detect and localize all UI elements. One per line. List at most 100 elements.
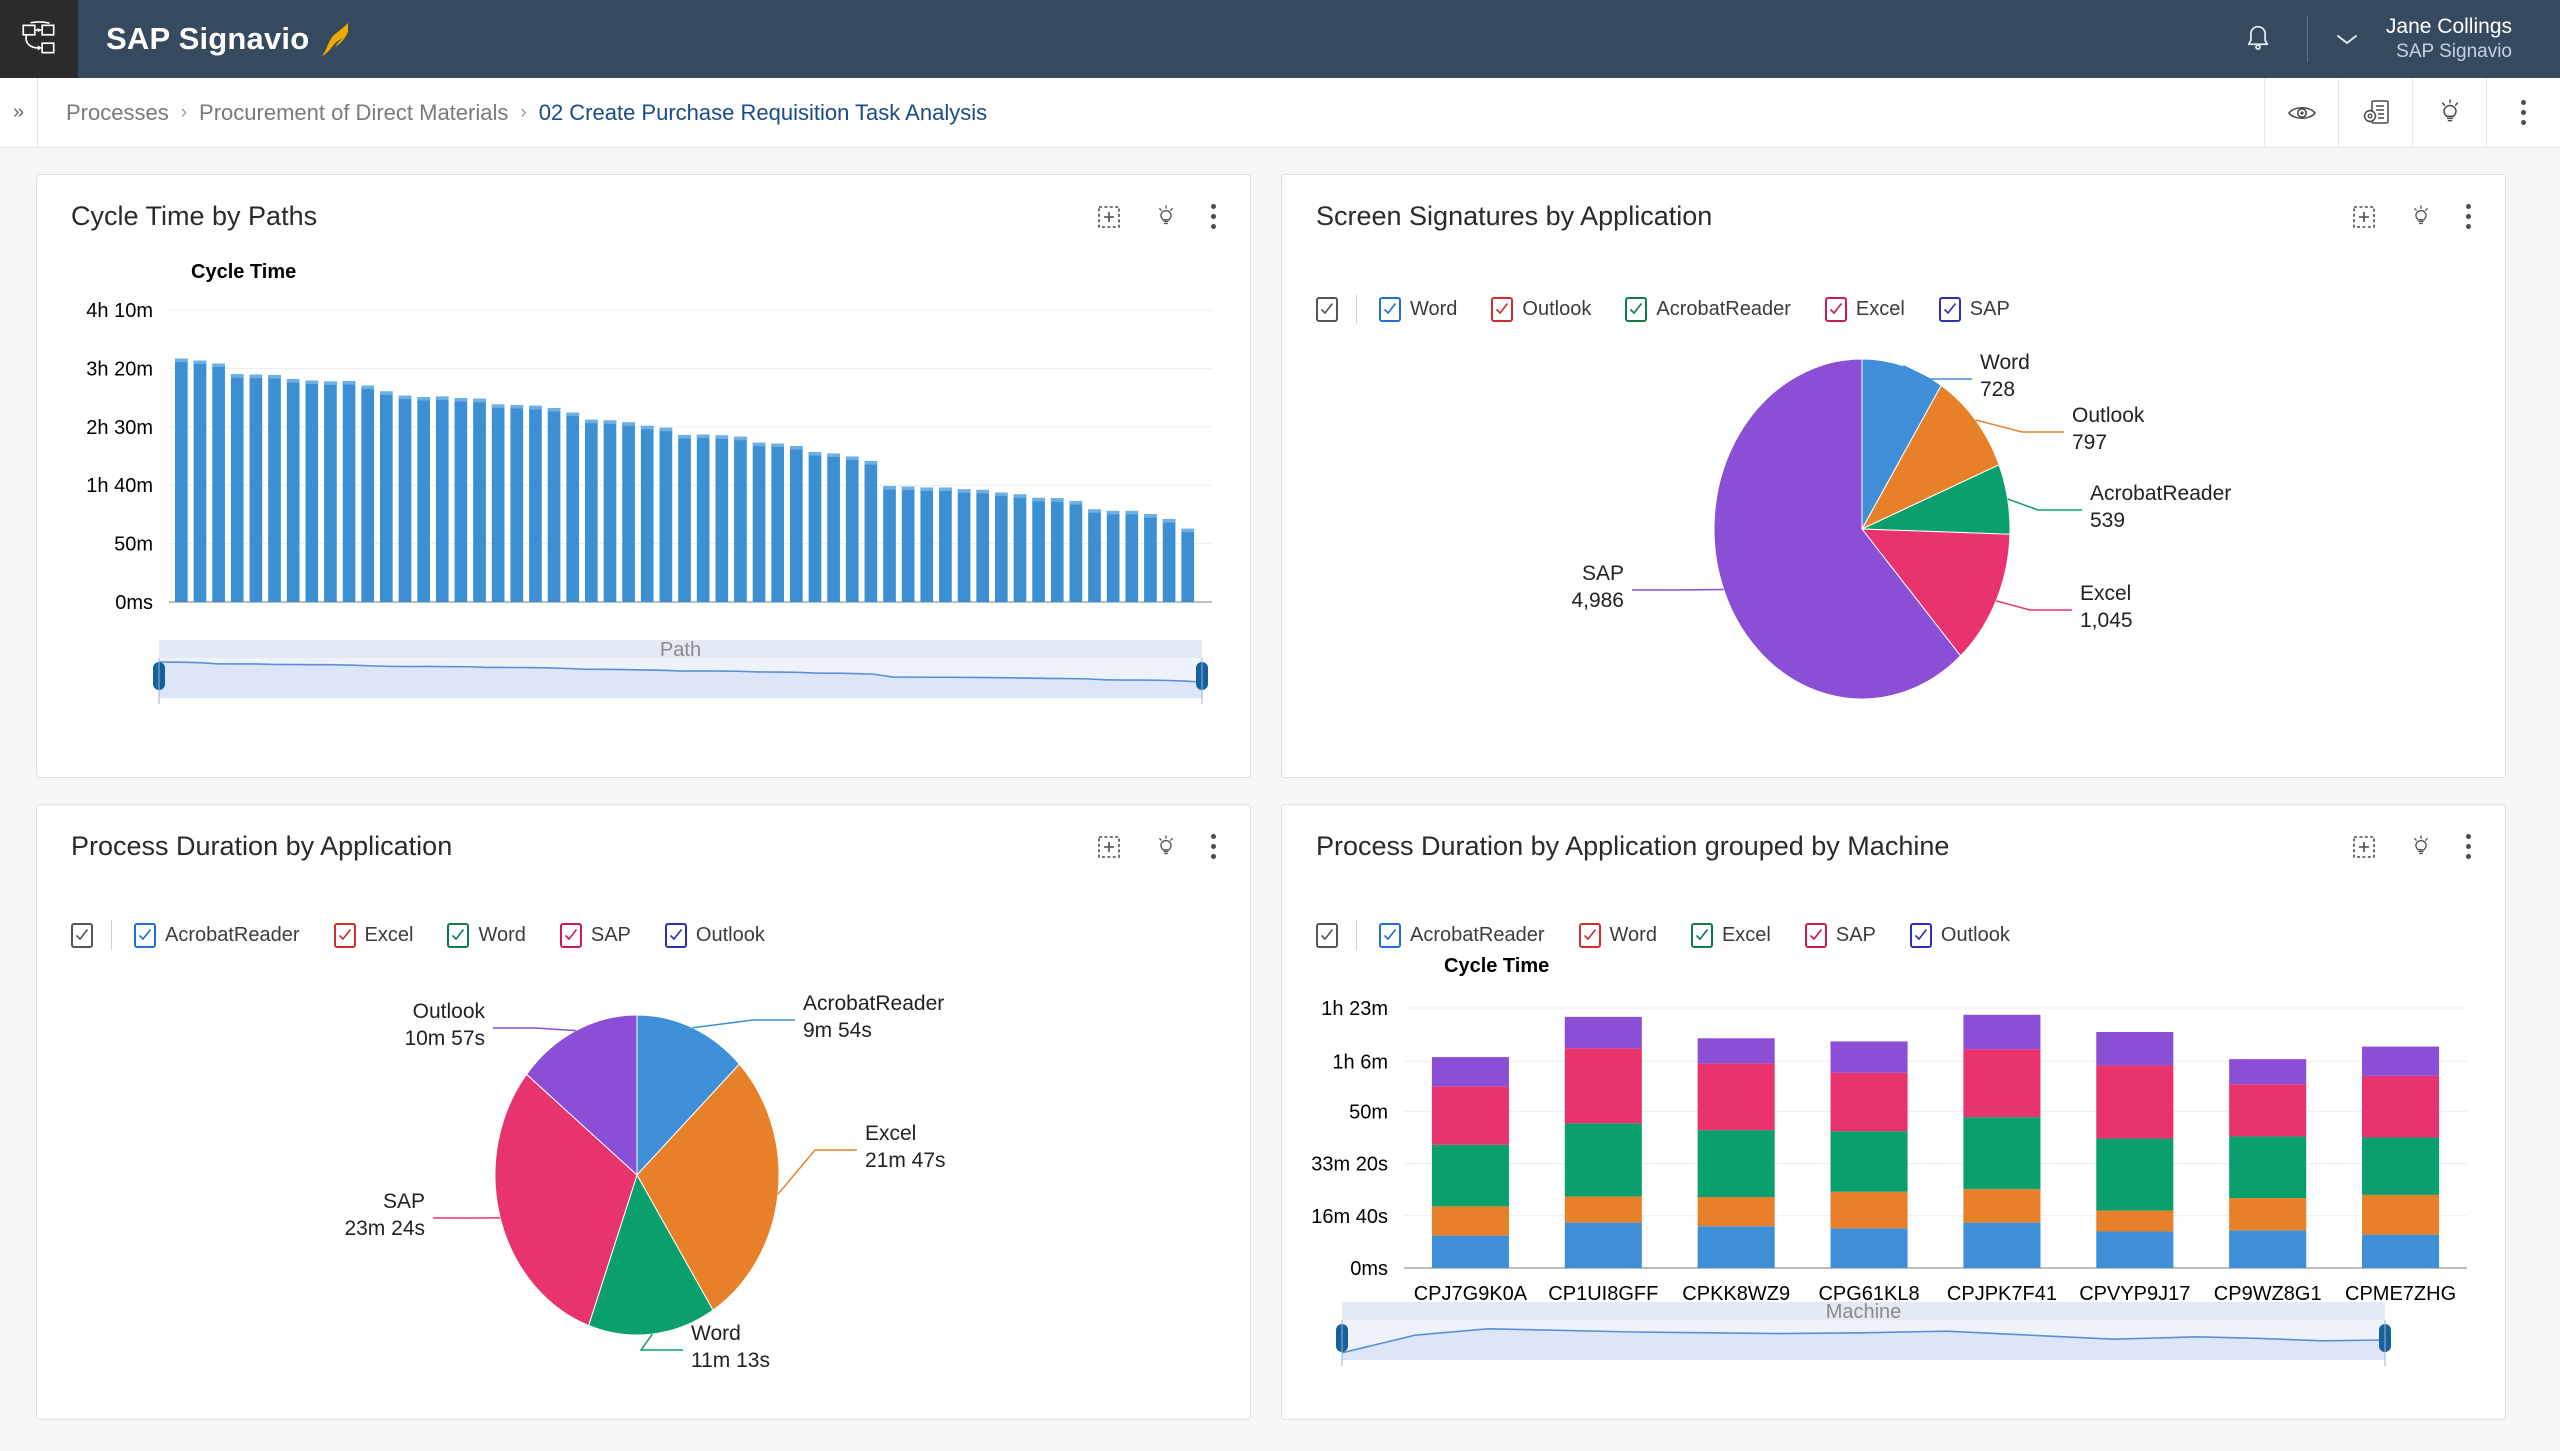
legend-checkbox[interactable] <box>1909 922 1932 948</box>
stacked-bar-segment[interactable] <box>1697 1196 1775 1227</box>
stacked-bar-segment[interactable] <box>2229 1059 2307 1085</box>
stacked-bar-segment[interactable] <box>1431 1206 1509 1236</box>
brush-slider[interactable]: Path <box>153 639 1208 704</box>
stacked-bar-segment[interactable] <box>2096 1231 2174 1268</box>
chart-cycle-time-by-paths[interactable]: Cycle Time 4h 10m 3h 20m 2h 30m 1h 40m 50m 0ms… <box>37 232 1250 737</box>
bar[interactable] <box>491 404 505 602</box>
legend-checkbox[interactable] <box>1379 296 1401 322</box>
stacked-bar-segment[interactable] <box>1697 1038 1775 1064</box>
brand[interactable]: SAP Signavio <box>106 19 353 59</box>
legend-checkbox[interactable] <box>71 922 93 948</box>
legend-item-excel[interactable]: Excel <box>1824 296 1905 322</box>
stacked-bar-segment[interactable] <box>1431 1057 1509 1087</box>
breadcrumb-item-procurement[interactable]: Procurement of Direct Materials <box>199 100 508 126</box>
stacked-bar-segment[interactable] <box>1963 1189 2041 1223</box>
legend-checkbox[interactable] <box>1824 296 1847 322</box>
bar[interactable] <box>380 391 393 602</box>
bar[interactable] <box>622 422 635 602</box>
stacked-bar-segment[interactable] <box>2362 1137 2440 1195</box>
chart-process-duration-by-application[interactable]: AcrobatReader 9m 54s Excel 21m 47s Word 11m 1… <box>37 950 1250 1385</box>
bar[interactable] <box>1181 528 1195 602</box>
stacked-bar-segment[interactable] <box>2096 1138 2174 1211</box>
chart-process-duration-grouped-by-machine[interactable]: Cycle Time 1h 23m 1h 6m 50m 33m 20s 16m 40s 0m… <box>1282 950 2505 1395</box>
bar[interactable] <box>566 412 580 602</box>
add-widget-button[interactable] <box>2352 205 2376 229</box>
bar[interactable] <box>268 375 281 602</box>
settings-report-button[interactable] <box>2338 77 2412 148</box>
more-options-button[interactable] <box>1211 834 1216 859</box>
legend-checkbox[interactable] <box>1578 922 1601 948</box>
stacked-bar-segment[interactable] <box>1564 1196 1642 1223</box>
bar[interactable] <box>342 381 356 602</box>
bar[interactable] <box>585 419 598 602</box>
legend-checkbox[interactable] <box>134 922 156 948</box>
bar[interactable] <box>1144 514 1157 602</box>
stacked-bar-segment[interactable] <box>1963 1014 2041 1050</box>
bar[interactable] <box>957 489 971 602</box>
legend-checkbox[interactable] <box>333 922 356 948</box>
stacked-bar-segment[interactable] <box>1830 1228 1908 1268</box>
bar[interactable] <box>864 461 878 602</box>
bar[interactable] <box>286 379 300 602</box>
legend-checkbox[interactable] <box>1804 922 1827 948</box>
bar[interactable] <box>1069 501 1083 602</box>
stacked-bar-segment[interactable] <box>2229 1136 2307 1199</box>
user-menu-toggle[interactable] <box>2308 31 2386 47</box>
stacked-bar-segment[interactable] <box>1697 1063 1775 1131</box>
bar[interactable] <box>845 456 859 602</box>
bar[interactable] <box>1050 498 1064 602</box>
add-widget-button[interactable] <box>2352 835 2376 859</box>
bar[interactable] <box>995 492 1008 602</box>
stacked-bar-segment[interactable] <box>1697 1226 1775 1268</box>
legend-item-excel[interactable]: Excel <box>333 922 413 948</box>
stacked-bar-segment[interactable] <box>2096 1032 2174 1066</box>
bar[interactable] <box>175 358 188 602</box>
legend-checkbox[interactable] <box>1690 922 1713 948</box>
bar[interactable] <box>417 397 430 602</box>
bar[interactable] <box>305 380 319 602</box>
stacked-bar-segment[interactable] <box>2362 1075 2440 1138</box>
brush-slider[interactable]: Machine <box>1336 1301 2391 1366</box>
add-widget-button[interactable] <box>1097 835 1121 859</box>
stacked-bar-segment[interactable] <box>2362 1046 2440 1076</box>
stacked-bar-segment[interactable] <box>2096 1065 2174 1139</box>
stacked-bar-segment[interactable] <box>1564 1222 1642 1268</box>
legend-checkbox[interactable] <box>664 922 687 948</box>
add-widget-button[interactable] <box>1097 205 1121 229</box>
stacked-bar-segment[interactable] <box>1963 1117 2041 1190</box>
bar[interactable] <box>678 434 691 602</box>
bar[interactable] <box>193 360 207 602</box>
bar[interactable] <box>529 405 542 602</box>
stacked-bar-segment[interactable] <box>1564 1016 1642 1049</box>
stacked-bar-segment[interactable] <box>1830 1072 1908 1132</box>
bar[interactable] <box>808 452 822 602</box>
legend-item-sap[interactable]: SAP <box>1938 296 2010 322</box>
bar[interactable] <box>249 374 263 602</box>
bar[interactable] <box>324 381 337 602</box>
legend-item-word[interactable]: Word <box>447 922 526 948</box>
legend-item-outlook[interactable]: Outlook <box>664 922 765 948</box>
bar[interactable] <box>752 442 766 602</box>
legend-item-acrobatreader[interactable]: AcrobatReader <box>1379 922 1545 948</box>
chart-screen-signatures-by-application[interactable]: Word 728 Outlook 797 AcrobatReader 539 Excel 1,… <box>1282 324 2505 739</box>
legend-item-outlook[interactable]: Outlook <box>1491 296 1591 322</box>
bar[interactable] <box>547 408 561 602</box>
stacked-bar-segment[interactable] <box>1830 1041 1908 1073</box>
bar[interactable] <box>361 385 375 602</box>
legend-item-excel[interactable]: Excel <box>1690 922 1771 948</box>
bar[interactable] <box>976 489 990 602</box>
more-options-button[interactable] <box>2486 77 2560 148</box>
bar[interactable] <box>454 397 468 602</box>
more-options-button[interactable] <box>2466 834 2471 859</box>
bar[interactable] <box>398 395 412 602</box>
bar[interactable] <box>473 398 486 602</box>
bar[interactable] <box>939 487 952 602</box>
stacked-bar-segment[interactable] <box>1431 1086 1509 1145</box>
stacked-bar-segment[interactable] <box>2096 1210 2174 1232</box>
breadcrumb-item-processes[interactable]: Processes <box>66 100 169 126</box>
expand-sidebar-button[interactable]: » <box>0 77 38 148</box>
view-eye-button[interactable] <box>2264 77 2338 148</box>
bar[interactable] <box>212 363 225 602</box>
bar[interactable] <box>510 404 524 602</box>
bar[interactable] <box>920 487 934 602</box>
